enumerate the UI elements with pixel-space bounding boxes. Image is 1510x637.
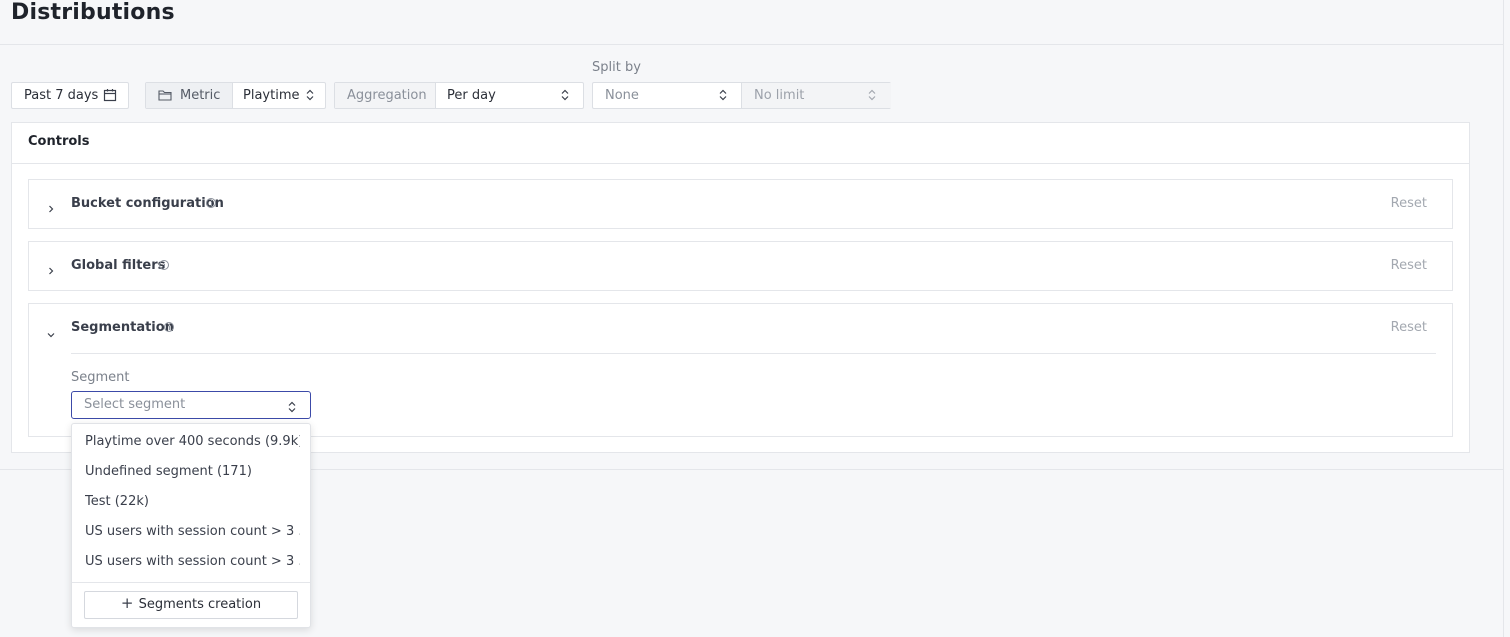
aggregation-value: Per day	[447, 88, 496, 103]
aggregation-label: Aggregation	[347, 88, 427, 103]
dropdown-option[interactable]: Test (22k)	[85, 494, 300, 509]
scrollbar[interactable]	[1503, 0, 1510, 637]
updown-chevron-icon	[288, 398, 296, 417]
metric-value: Playtime	[243, 88, 300, 103]
section-title: Bucket configuration	[71, 196, 224, 211]
dropdown-option[interactable]: US users with session count > 3 ...	[85, 554, 300, 569]
folder-icon	[158, 89, 172, 105]
dropdown-option[interactable]: Playtime over 400 seconds (9.9k)	[85, 434, 300, 449]
controls-panel: Controls Bucket configuration Reset Glob…	[11, 122, 1470, 453]
updown-chevron-icon	[868, 89, 876, 105]
split-by-selector[interactable]: None No limit	[592, 82, 891, 109]
info-icon[interactable]	[159, 260, 169, 270]
controls-header: Controls	[12, 123, 1469, 164]
chevron-right-icon	[47, 261, 55, 280]
updown-chevron-icon	[561, 89, 569, 105]
info-icon[interactable]	[164, 322, 174, 332]
dropdown-option[interactable]: Undefined segment (171)	[85, 464, 300, 479]
segments-creation-label: Segments creation	[138, 597, 262, 612]
chevron-right-icon	[47, 199, 55, 218]
date-range-picker[interactable]: Past 7 days	[11, 82, 129, 109]
info-icon[interactable]	[206, 198, 216, 208]
split-by-value: None	[605, 88, 639, 103]
reset-button[interactable]: Reset	[1391, 320, 1427, 335]
section-bucket-configuration[interactable]: Bucket configuration Reset	[28, 179, 1453, 229]
limit-value: No limit	[754, 88, 805, 103]
controls-title: Controls	[28, 134, 90, 149]
page-title: Distributions	[11, 0, 175, 25]
dropdown-option[interactable]: US users with session count > 3 ...	[85, 524, 300, 539]
segment-select[interactable]: Select segment	[71, 391, 311, 419]
section-global-filters[interactable]: Global filters Reset	[28, 241, 1453, 291]
header-bar: Distributions	[0, 0, 1503, 45]
chevron-down-icon[interactable]	[46, 324, 56, 343]
section-segmentation: Segmentation Reset Segment Select segmen…	[28, 303, 1453, 437]
updown-chevron-icon	[719, 89, 727, 105]
plus-icon: +	[120, 594, 134, 612]
metric-label: Metric	[180, 88, 221, 103]
reset-button[interactable]: Reset	[1391, 196, 1427, 211]
segment-label: Segment	[71, 370, 130, 385]
section-title[interactable]: Segmentation	[71, 320, 174, 335]
section-title: Global filters	[71, 258, 166, 273]
segment-dropdown-menu: Playtime over 400 seconds (9.9k) Undefin…	[71, 423, 311, 628]
split-by-label: Split by	[592, 60, 641, 75]
metric-selector[interactable]: Metric Playtime	[145, 82, 326, 109]
updown-chevron-icon	[306, 89, 314, 105]
divider	[71, 353, 1436, 354]
aggregation-selector[interactable]: Aggregation Per day	[334, 82, 584, 109]
reset-button[interactable]: Reset	[1391, 258, 1427, 273]
calendar-icon	[103, 88, 117, 106]
segment-placeholder: Select segment	[84, 397, 186, 412]
divider	[72, 582, 310, 583]
date-range-label: Past 7 days	[24, 88, 99, 103]
segments-creation-button[interactable]: + Segments creation	[84, 591, 298, 619]
